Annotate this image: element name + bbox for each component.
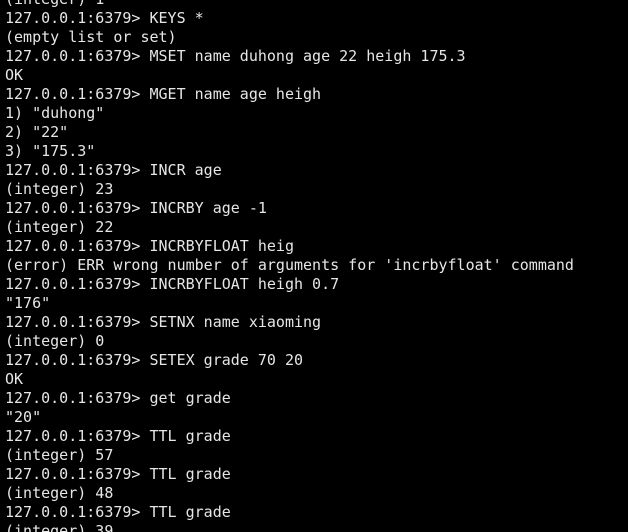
terminal-line-27: (integer) 48 <box>5 484 114 502</box>
terminal-line-12: 127.0.0.1:6379> INCRBY age -1 <box>5 199 267 217</box>
terminal-line-16: 127.0.0.1:6379> INCRBYFLOAT heigh 0.7 <box>5 275 340 293</box>
terminal-line-11: (integer) 23 <box>5 180 114 198</box>
terminal-line-6: 127.0.0.1:6379> MGET name age heigh <box>5 85 322 103</box>
terminal-line-23: "20" <box>5 408 42 426</box>
terminal-line-8: 2) "22" <box>5 123 69 141</box>
terminal-line-14: 127.0.0.1:6379> INCRBYFLOAT heig <box>5 237 294 255</box>
terminal-line-13: (integer) 22 <box>5 218 114 236</box>
terminal-line-28: 127.0.0.1:6379> TTL grade <box>5 503 231 521</box>
terminal-line-20: 127.0.0.1:6379> SETEX grade 70 20 <box>5 351 304 369</box>
terminal-line-10: 127.0.0.1:6379> INCR age <box>5 161 222 179</box>
terminal-line-7: 1) "duhong" <box>5 104 105 122</box>
terminal-output: (integer) 1 127.0.0.1:6379> KEYS * (empt… <box>5 0 574 532</box>
terminal-line-9: 3) "175.3" <box>5 142 96 160</box>
terminal-line-17: "176" <box>5 294 51 312</box>
terminal-line-15: (error) ERR wrong number of arguments fo… <box>5 256 574 274</box>
terminal-line-1: (integer) 1 <box>5 0 574 9</box>
terminal-line-18: 127.0.0.1:6379> SETNX name xiaoming <box>5 313 322 331</box>
terminal-line-21: OK <box>5 370 24 388</box>
terminal-line-26: 127.0.0.1:6379> TTL grade <box>5 465 231 483</box>
terminal-line-25: (integer) 57 <box>5 446 114 464</box>
terminal-line-22: 127.0.0.1:6379> get grade <box>5 389 231 407</box>
terminal-line-4: 127.0.0.1:6379> MSET name duhong age 22 … <box>5 47 466 65</box>
terminal-line-3: (empty list or set) <box>5 28 177 46</box>
terminal-line-29: (integer) 39 <box>5 522 114 532</box>
terminal-line-19: (integer) 0 <box>5 332 105 350</box>
terminal-line-2: 127.0.0.1:6379> KEYS * <box>5 9 204 27</box>
terminal-line-5: OK <box>5 66 24 84</box>
terminal-window[interactable]: (integer) 1 127.0.0.1:6379> KEYS * (empt… <box>0 0 628 532</box>
terminal-line-24: 127.0.0.1:6379> TTL grade <box>5 427 231 445</box>
